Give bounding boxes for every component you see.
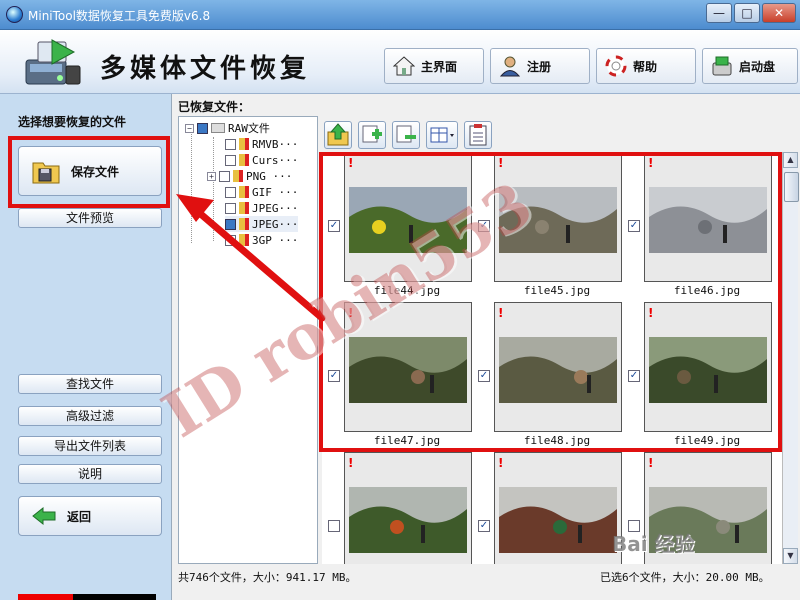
folder-icon: [239, 186, 249, 198]
photo-thumbnail: [349, 487, 467, 553]
thumbnail-checkbox[interactable]: ✓: [478, 520, 490, 532]
folder-icon: [239, 218, 249, 230]
home-icon: [393, 56, 415, 76]
tree-item[interactable]: RMVB···: [225, 136, 298, 152]
tree-item-checkbox[interactable]: [225, 234, 236, 246]
thumbnail-checkbox[interactable]: [328, 520, 340, 532]
tree-item-label: RMVB···: [252, 137, 299, 151]
tree-item-checkbox[interactable]: [219, 170, 230, 182]
thumbnail-item[interactable]: ✓!: [472, 452, 622, 564]
thumbnail-frame[interactable]: !: [494, 452, 622, 564]
tree-item[interactable]: GIF ···: [225, 184, 298, 200]
app-icon: [6, 6, 23, 23]
tree-item-label: 3GP ···: [252, 233, 299, 247]
add-icon: [362, 125, 382, 143]
tree-item-label: PNG ···: [246, 169, 293, 183]
find-file-button[interactable]: 查找文件: [18, 374, 162, 394]
status-total: 共746个文件，大小：941.17 MB。: [178, 571, 357, 584]
nav-help-button[interactable]: 帮助: [596, 48, 696, 84]
collapse-icon[interactable]: −: [185, 123, 194, 133]
tree-item-checkbox[interactable]: [225, 202, 236, 214]
folder-icon: [239, 154, 249, 166]
nav-home-label: 主界面: [421, 59, 458, 74]
tree-item[interactable]: Curs···: [225, 152, 298, 168]
nav-register-label: 注册: [527, 59, 552, 74]
progress-strip: [18, 594, 156, 600]
lifebuoy-icon: [605, 55, 627, 77]
close-button[interactable]: ✕: [762, 3, 796, 23]
remove-icon: [396, 125, 416, 143]
drive-icon: [211, 123, 225, 133]
select-all-button[interactable]: [358, 121, 386, 149]
window-title: MiniTool数据恢复工具免费版v6.8: [28, 9, 211, 23]
tree-item-label: JPEG···: [252, 201, 299, 215]
tree-item[interactable]: JPEG···: [225, 200, 298, 216]
save-button-highlight: [8, 136, 170, 208]
scroll-up-button[interactable]: ▲: [783, 152, 798, 168]
nav-register-button[interactable]: 注册: [490, 48, 590, 84]
nav-home-button[interactable]: 主界面: [384, 48, 484, 84]
tree-item-checkbox[interactable]: [225, 218, 236, 230]
folder-icon: [239, 234, 249, 246]
left-panel-title: 选择想要恢复的文件: [18, 115, 127, 129]
view-mode-button[interactable]: [426, 121, 458, 149]
deselect-all-button[interactable]: [392, 121, 420, 149]
back-label: 返回: [67, 509, 92, 524]
maximize-button[interactable]: □: [734, 3, 760, 23]
thumbnail-frame[interactable]: !: [344, 452, 472, 564]
tree-root-label: RAW文件: [228, 122, 270, 135]
tree-item-selected[interactable]: JPEG···: [225, 216, 299, 232]
app-heading: 多媒体文件恢复: [100, 54, 311, 84]
advanced-filter-button[interactable]: 高级过滤: [18, 406, 162, 426]
baidu-watermark: Bai 经验: [612, 532, 695, 556]
tree-item[interactable]: + PNG ···: [207, 168, 292, 184]
up-folder-button[interactable]: [324, 121, 352, 149]
export-file-list-button[interactable]: 导出文件列表: [18, 436, 162, 456]
warning-mark-icon: !: [648, 456, 654, 470]
warning-mark-icon: !: [498, 456, 504, 470]
expand-icon[interactable]: +: [207, 171, 216, 181]
boot-disk-icon: [712, 56, 732, 76]
tree-root-checkbox[interactable]: [197, 122, 208, 134]
recovered-files-label: 已恢复文件：: [178, 100, 251, 114]
folder-icon: [239, 138, 249, 150]
nav-help-label: 帮助: [633, 59, 658, 74]
back-button[interactable]: 返回: [18, 496, 162, 536]
tree-root[interactable]: − RAW文件: [185, 120, 270, 136]
scroll-thumb[interactable]: [784, 172, 799, 202]
nav-boot-disk-label: 启动盘: [739, 59, 776, 74]
up-folder-icon: [327, 123, 349, 146]
scroll-down-button[interactable]: ▼: [783, 548, 798, 564]
title-bar: MiniTool数据恢复工具免费版v6.8 — □ ✕: [0, 0, 800, 30]
tree-item-label: Curs···: [252, 153, 299, 167]
back-arrow-icon: [32, 506, 56, 526]
warning-mark-icon: !: [348, 456, 354, 470]
media-recovery-logo-icon: [25, 39, 81, 85]
app-header: 多媒体文件恢复 主界面 注册 帮助 启动盘: [0, 30, 800, 94]
grid-view-icon: [430, 127, 454, 143]
thumbnail-item[interactable]: !: [322, 452, 472, 564]
instructions-button[interactable]: 说明: [18, 464, 162, 484]
photo-thumbnail: [499, 487, 617, 553]
tree-item-checkbox[interactable]: [225, 186, 236, 198]
tree-item-checkbox[interactable]: [225, 154, 236, 166]
file-list-button[interactable]: [464, 121, 492, 149]
folder-icon: [239, 202, 249, 214]
minimize-button[interactable]: —: [706, 3, 732, 23]
tree-item[interactable]: 3GP ···: [225, 232, 298, 248]
vertical-scrollbar[interactable]: ▲ ▼: [782, 152, 799, 564]
folder-icon: [233, 170, 243, 182]
tree-item-label: JPEG···: [252, 217, 299, 231]
tree-item-checkbox[interactable]: [225, 138, 236, 150]
status-selected: 已选6个文件，大小：20.00 MB。: [600, 571, 770, 584]
preview-toolbar: [322, 118, 798, 150]
file-preview-button[interactable]: 文件预览: [18, 208, 162, 228]
clipboard-icon: [469, 124, 487, 146]
user-icon: [499, 56, 521, 77]
tree-item-label: GIF ···: [252, 185, 299, 199]
nav-boot-disk-button[interactable]: 启动盘: [702, 48, 798, 84]
